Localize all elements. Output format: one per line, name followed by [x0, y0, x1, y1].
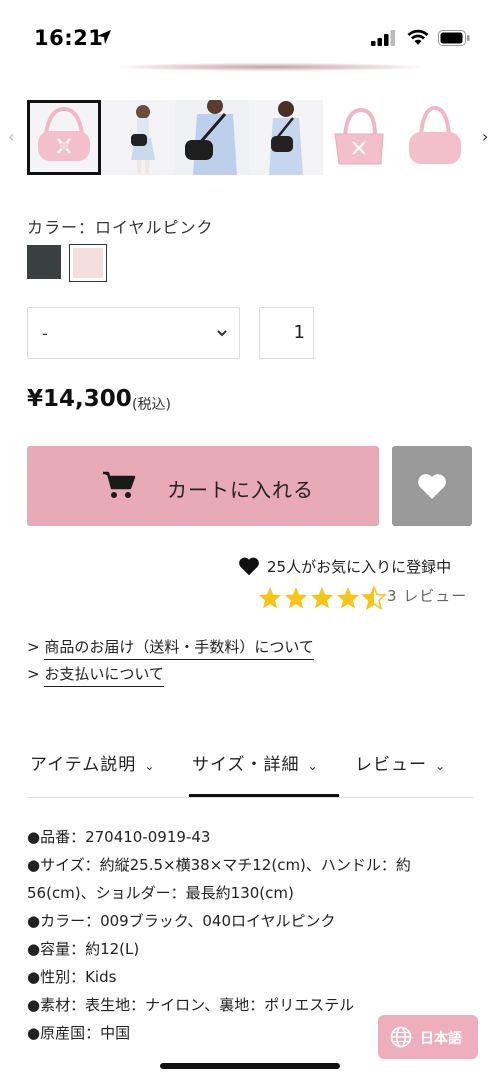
- tab-label: サイズ・詳細: [192, 755, 300, 775]
- star-icon: [311, 587, 333, 609]
- detail-line: ●性別：Kids: [27, 968, 117, 986]
- cart-icon: [103, 471, 136, 498]
- active-tab-indicator: [189, 794, 339, 797]
- child-black-bag-image: [101, 100, 175, 175]
- link-prefix: >: [27, 638, 40, 656]
- tab-reviews[interactable]: レビュー ⌄: [355, 750, 446, 775]
- link-prefix: >: [27, 665, 40, 683]
- price: ¥14,300: [27, 386, 132, 412]
- payment-info-link[interactable]: > お支払いについて: [27, 663, 164, 687]
- quantity-value: 1: [293, 322, 305, 343]
- language-button[interactable]: 日本語: [378, 1015, 478, 1059]
- swatch-black[interactable]: [27, 245, 61, 279]
- thumbnail-6[interactable]: [397, 100, 471, 175]
- favorite-button[interactable]: [392, 446, 472, 526]
- color-label: カラー：ロイヤルピンク: [27, 218, 214, 237]
- tab-item-description[interactable]: アイテム説明 ⌄: [30, 750, 155, 775]
- add-to-cart-label: カートに入れる: [167, 478, 314, 502]
- pink-bag-image: [30, 103, 98, 172]
- star-icon: [285, 587, 307, 609]
- heart-icon: [239, 557, 259, 576]
- thumbnail-next-arrow-icon[interactable]: ›: [482, 127, 488, 146]
- pink-bag-angle-image: [323, 100, 397, 175]
- thumbnail-1[interactable]: [27, 100, 101, 175]
- size-select-value: -: [42, 324, 48, 343]
- status-bar: 16:21: [0, 0, 499, 62]
- favorite-count-text: 25人がお気に入りに登録中: [267, 558, 452, 576]
- detail-line: ●サイズ：約縦25.5×横38×マチ12(cm)、ハンドル：約56(cm)、ショ…: [27, 856, 411, 902]
- tab-label: レビュー: [355, 755, 427, 775]
- detail-line: ●品番：270410-0919-43: [27, 828, 211, 846]
- detail-tabs: アイテム説明 ⌄ サイズ・詳細 ⌄ レビュー ⌄: [27, 750, 473, 798]
- add-to-cart-button[interactable]: カートに入れる: [27, 446, 379, 526]
- chevron-down-icon: [217, 330, 227, 337]
- thumbnail-carousel: [27, 100, 473, 175]
- payment-info-label: お支払いについて: [44, 665, 164, 687]
- rating-stars[interactable]: [257, 586, 387, 610]
- status-time: 16:21: [34, 26, 104, 50]
- thumbnail-4[interactable]: [249, 100, 323, 175]
- adult-black-bag-image: [175, 100, 249, 175]
- chevron-down-icon: ⌄: [144, 759, 156, 773]
- child-front-bag-image: [249, 100, 323, 175]
- language-label: 日本語: [420, 1031, 462, 1047]
- tab-size-details[interactable]: サイズ・詳細 ⌄: [192, 750, 319, 775]
- size-select[interactable]: -: [27, 307, 240, 359]
- detail-line: ●容量：約12(L): [27, 940, 140, 958]
- thumbnail-2[interactable]: [101, 100, 175, 175]
- heart-icon: [418, 474, 446, 499]
- thumbnail-prev-arrow-icon[interactable]: ‹: [8, 127, 14, 146]
- cellular-signal-icon: [371, 30, 395, 46]
- home-indicator: [160, 1063, 340, 1069]
- globe-icon: [390, 1026, 412, 1048]
- detail-line: ●カラー：009ブラック、040ロイヤルピンク: [27, 912, 336, 930]
- wifi-icon: [407, 29, 429, 45]
- location-arrow-icon: [97, 30, 111, 44]
- review-count-link[interactable]: 3 レビュー: [387, 585, 467, 606]
- tax-note: (税込): [132, 397, 171, 413]
- pink-bag-side-image: [397, 100, 471, 175]
- thumbnail-3[interactable]: [175, 100, 249, 175]
- star-icon: [337, 587, 359, 609]
- delivery-info-label: 商品のお届け（送料・手数料）について: [44, 638, 314, 660]
- chevron-down-icon: ⌄: [435, 759, 447, 773]
- tab-label: アイテム説明: [30, 755, 137, 775]
- previous-image-edge: [120, 63, 420, 71]
- chevron-down-icon: ⌄: [307, 759, 319, 773]
- swatch-royal-pink[interactable]: [69, 244, 107, 282]
- swatch-royal-pink-fill: [73, 248, 103, 278]
- battery-icon: [438, 30, 470, 46]
- star-icon: [259, 587, 281, 609]
- thumbnail-5[interactable]: [323, 100, 397, 175]
- delivery-info-link[interactable]: > 商品のお届け（送料・手数料）について: [27, 636, 314, 660]
- half-star-icon: [361, 586, 387, 610]
- product-details: ●品番：270410-0919-43 ●サイズ：約縦25.5×横38×マチ12(…: [27, 823, 477, 1047]
- quantity-input[interactable]: 1: [259, 307, 314, 359]
